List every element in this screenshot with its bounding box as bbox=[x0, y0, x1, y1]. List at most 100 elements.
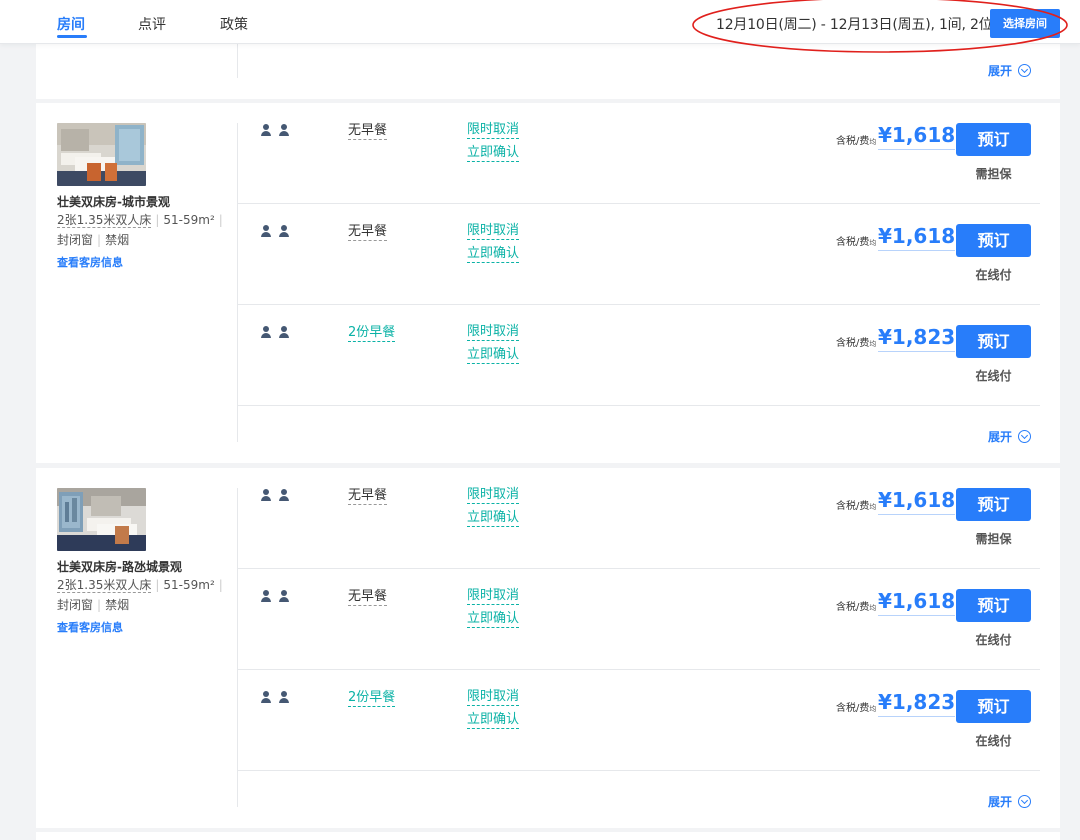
view-room-info-link[interactable]: 查看客房信息 bbox=[57, 254, 123, 270]
rate-row: 无早餐 限时取消 立即确认 含税/费均 ¥1,618 预订 需担保 bbox=[238, 103, 1040, 204]
person-icon bbox=[278, 326, 290, 338]
tab-reviews[interactable]: 点评 bbox=[138, 14, 166, 34]
room-name: 壮美双床房-路氹城景观 bbox=[57, 560, 182, 574]
stay-date-summary[interactable]: 12月10日(周二) - 12月13日(周五), 1间, 2位 bbox=[716, 14, 993, 34]
tax-included-label: 含税/费均 bbox=[836, 237, 877, 248]
payment-type: 在线付 bbox=[975, 734, 1012, 748]
payment-type: 在线付 bbox=[975, 268, 1012, 282]
guest-count bbox=[260, 225, 290, 237]
person-icon bbox=[260, 691, 272, 703]
tax-included-label: 含税/费均 bbox=[836, 602, 877, 613]
room-price[interactable]: ¥1,823 bbox=[878, 325, 956, 352]
active-tab-indicator bbox=[57, 35, 87, 38]
guest-count bbox=[260, 590, 290, 602]
expand-button[interactable]: 展开 bbox=[988, 793, 1031, 810]
cancellation-policy[interactable]: 限时取消 bbox=[467, 324, 520, 341]
select-room-button[interactable]: 选择房间 bbox=[990, 9, 1060, 38]
instant-confirmation[interactable]: 立即确认 bbox=[467, 510, 520, 527]
book-button[interactable]: 预订 bbox=[956, 224, 1031, 257]
cancellation-policy[interactable]: 限时取消 bbox=[467, 588, 520, 605]
cancellation-policy[interactable]: 限时取消 bbox=[467, 122, 520, 139]
room-photo[interactable] bbox=[57, 123, 146, 186]
meal-plan[interactable]: 2份早餐 bbox=[348, 690, 396, 707]
window-type: 封闭窗 bbox=[57, 598, 94, 612]
view-room-info-link[interactable]: 查看客房信息 bbox=[57, 619, 123, 635]
meal-plan[interactable]: 2份早餐 bbox=[348, 325, 396, 342]
expand-label: 展开 bbox=[987, 795, 1012, 809]
tab-policies[interactable]: 政策 bbox=[220, 14, 248, 34]
room-name: 壮美双床房-城市景观 bbox=[57, 195, 170, 209]
tax-included-label: 含税/费均 bbox=[836, 136, 877, 147]
book-button[interactable]: 预订 bbox=[956, 325, 1031, 358]
guest-count bbox=[260, 691, 290, 703]
room-price[interactable]: ¥1,618 bbox=[878, 224, 956, 251]
column-divider bbox=[237, 44, 238, 78]
chevron-down-icon bbox=[1018, 64, 1031, 77]
room-area: 51-59m² bbox=[163, 213, 215, 227]
smoking-policy: 禁烟 bbox=[105, 233, 130, 247]
rate-row: 无早餐 限时取消 立即确认 含税/费均 ¥1,618 预订 在线付 bbox=[238, 569, 1040, 670]
bed-type: 2张1.35米双人床 bbox=[57, 213, 152, 228]
instant-confirmation[interactable]: 立即确认 bbox=[467, 611, 520, 628]
cancellation-policy[interactable]: 限时取消 bbox=[467, 487, 520, 504]
meal-plan[interactable]: 无早餐 bbox=[348, 589, 388, 606]
book-button[interactable]: 预订 bbox=[956, 589, 1031, 622]
room-photo[interactable] bbox=[57, 488, 146, 551]
tax-included-label: 含税/费均 bbox=[836, 338, 877, 349]
room-specs: 2张1.35米双人床 | 51-59m² | bbox=[57, 213, 223, 228]
payment-type: 在线付 bbox=[975, 633, 1012, 647]
tax-included-label: 含税/费均 bbox=[836, 501, 877, 512]
room-price[interactable]: ¥1,618 bbox=[878, 589, 956, 616]
expand-button[interactable]: 展开 bbox=[988, 428, 1031, 445]
room-specs: 2张1.35米双人床 | 51-59m² | bbox=[57, 578, 223, 593]
guest-count bbox=[260, 489, 290, 501]
room-features: 封闭窗 | 禁烟 bbox=[57, 233, 130, 247]
person-icon bbox=[278, 225, 290, 237]
person-icon bbox=[278, 489, 290, 501]
person-icon bbox=[260, 590, 272, 602]
payment-type: 在线付 bbox=[975, 369, 1012, 383]
bed-type: 2张1.35米双人床 bbox=[57, 578, 152, 593]
room-card-next bbox=[36, 832, 1060, 840]
room-card: 壮美双床房-路氹城景观 2张1.35米双人床 | 51-59m² | 封闭窗 | 禁烟 查… bbox=[36, 468, 1060, 828]
room-nav-bar: 房间 点评 政策 12月10日(周二) - 12月13日(周五), 1间, 2位… bbox=[0, 0, 1080, 44]
guest-count bbox=[260, 326, 290, 338]
instant-confirmation[interactable]: 立即确认 bbox=[467, 712, 520, 729]
expand-label: 展开 bbox=[987, 64, 1012, 78]
meal-plan[interactable]: 无早餐 bbox=[348, 224, 388, 241]
room-features: 封闭窗 | 禁烟 bbox=[57, 598, 130, 612]
person-icon bbox=[278, 590, 290, 602]
person-icon bbox=[278, 124, 290, 136]
meal-plan[interactable]: 无早餐 bbox=[348, 488, 388, 505]
instant-confirmation[interactable]: 立即确认 bbox=[467, 347, 520, 364]
rate-row: 无早餐 限时取消 立即确认 含税/费均 ¥1,618 预订 在线付 bbox=[238, 204, 1040, 305]
chevron-down-icon bbox=[1018, 430, 1031, 443]
guest-count bbox=[260, 124, 290, 136]
room-price[interactable]: ¥1,823 bbox=[878, 690, 956, 717]
book-button[interactable]: 预订 bbox=[956, 488, 1031, 521]
rate-row: 2份早餐 限时取消 立即确认 含税/费均 ¥1,823 预订 在线付 bbox=[238, 305, 1040, 406]
chevron-down-icon bbox=[1018, 795, 1031, 808]
instant-confirmation[interactable]: 立即确认 bbox=[467, 145, 520, 162]
expand-label: 展开 bbox=[987, 430, 1012, 444]
smoking-policy: 禁烟 bbox=[105, 598, 130, 612]
expand-button[interactable]: 展开 bbox=[988, 62, 1031, 79]
instant-confirmation[interactable]: 立即确认 bbox=[467, 246, 520, 263]
room-area: 51-59m² bbox=[163, 578, 215, 592]
payment-type: 需担保 bbox=[975, 532, 1012, 546]
person-icon bbox=[278, 691, 290, 703]
window-type: 封闭窗 bbox=[57, 233, 94, 247]
meal-plan[interactable]: 无早餐 bbox=[348, 123, 388, 140]
payment-type: 需担保 bbox=[975, 167, 1012, 181]
person-icon bbox=[260, 326, 272, 338]
tab-rooms[interactable]: 房间 bbox=[57, 14, 85, 34]
book-button[interactable]: 预订 bbox=[956, 690, 1031, 723]
rate-row: 无早餐 限时取消 立即确认 含税/费均 ¥1,618 预订 需担保 bbox=[238, 468, 1040, 569]
room-price[interactable]: ¥1,618 bbox=[878, 123, 956, 150]
cancellation-policy[interactable]: 限时取消 bbox=[467, 223, 520, 240]
person-icon bbox=[260, 489, 272, 501]
person-icon bbox=[260, 124, 272, 136]
cancellation-policy[interactable]: 限时取消 bbox=[467, 689, 520, 706]
room-price[interactable]: ¥1,618 bbox=[878, 488, 956, 515]
book-button[interactable]: 预订 bbox=[956, 123, 1031, 156]
